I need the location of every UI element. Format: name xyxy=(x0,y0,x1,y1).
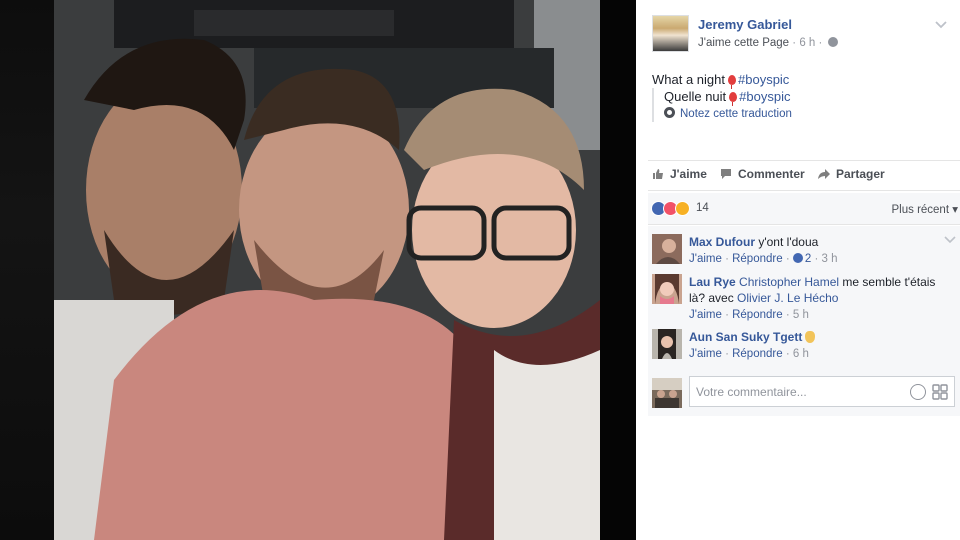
meta-separator-2: · xyxy=(818,37,823,49)
balloon-icon xyxy=(729,92,738,106)
comment-time[interactable]: 3 h xyxy=(822,253,838,265)
selfie-image xyxy=(54,0,600,540)
hashtag-link[interactable]: #boyspic xyxy=(738,72,789,87)
post-action-bar: J'aime Commenter Partager xyxy=(648,162,960,188)
reactions-summary: 14 Plus récent ▾ xyxy=(648,193,960,225)
translation-text: Quelle nuit xyxy=(664,89,727,104)
comment-actions: J'aime · Répondre · 2 · 3 h xyxy=(689,253,838,265)
post-photo[interactable] xyxy=(54,0,600,540)
gear-icon xyxy=(664,107,675,118)
photo-stage xyxy=(0,0,636,540)
post-text-content: What a night xyxy=(652,72,725,87)
sort-label: Plus récent xyxy=(891,204,950,216)
post-panel: Jeremy Gabriel J'aime cette Page · 6 h ·… xyxy=(636,0,960,540)
comments-list: Max Dufour y'ont l'doua J'aime · Répondr… xyxy=(648,226,960,416)
avatar-image xyxy=(652,378,682,408)
tagged-user[interactable]: Olivier J. Le Hécho xyxy=(737,291,838,305)
post-translation: Quelle nuit #boyspic xyxy=(664,88,944,106)
comment-composer xyxy=(652,376,956,410)
avatar-image xyxy=(652,234,682,264)
comment-button[interactable]: Commenter xyxy=(720,167,805,181)
comment-like-link[interactable]: J'aime xyxy=(689,309,722,321)
commenter-name[interactable]: Aun San Suky Tgett xyxy=(689,330,802,344)
comment-body: Aun San Suky Tgett J'aime · Répondre · 6… xyxy=(689,329,949,362)
comment-reply-link[interactable]: Répondre xyxy=(732,309,783,321)
comment-label: Commenter xyxy=(738,167,805,181)
thumbs-up-icon xyxy=(653,169,663,179)
like-mini-icon xyxy=(792,253,803,263)
comment-likes-count: 2 xyxy=(804,253,812,265)
sad-reaction-icon[interactable] xyxy=(675,201,690,216)
comment-text: y'ont l'doua xyxy=(758,235,819,249)
comment-actions: J'aime · Répondre · 5 h xyxy=(689,309,809,321)
author-name[interactable]: Jeremy Gabriel xyxy=(698,17,792,32)
commenter-avatar[interactable] xyxy=(652,274,682,304)
share-label: Partager xyxy=(836,167,885,181)
comment-reply-link[interactable]: Répondre xyxy=(732,348,783,360)
like-page-link[interactable]: J'aime cette Page xyxy=(698,37,789,49)
author-avatar[interactable] xyxy=(652,15,689,52)
post-meta: J'aime cette Page · 6 h · xyxy=(698,37,838,49)
stage-left-margin xyxy=(0,0,54,540)
divider xyxy=(648,160,960,161)
balloon-icon xyxy=(728,75,736,89)
commenter-name[interactable]: Max Dufour xyxy=(689,235,755,249)
share-button[interactable]: Partager xyxy=(818,167,885,181)
post-text: What a night #boyspic xyxy=(652,71,952,89)
stage-right-margin xyxy=(600,0,636,540)
reaction-count[interactable]: 14 xyxy=(696,202,709,214)
translation-hashtag-link[interactable]: #boyspic xyxy=(739,89,790,104)
comment-body: Lau Rye Christopher Hamel me semble t'ét… xyxy=(689,274,949,323)
meta-separator: · xyxy=(792,37,797,49)
rate-translation-label: Notez cette traduction xyxy=(680,108,792,120)
comment-time[interactable]: 5 h xyxy=(793,309,809,321)
emoji-icon[interactable] xyxy=(910,384,926,400)
comment-actions: J'aime · Répondre · 6 h xyxy=(689,348,809,360)
comment-sort-dropdown[interactable]: Plus récent ▾ xyxy=(892,202,959,216)
globe-icon xyxy=(827,37,838,47)
comment-like-link[interactable]: J'aime xyxy=(689,348,722,360)
chevron-down-icon[interactable] xyxy=(934,19,948,29)
avatar-image xyxy=(652,274,682,304)
share-icon xyxy=(818,169,830,179)
rate-translation-link[interactable]: Notez cette traduction xyxy=(664,107,792,120)
divider xyxy=(648,190,960,191)
comment-icon xyxy=(721,169,731,179)
comment-time[interactable]: 6 h xyxy=(793,348,809,360)
ok-hand-icon xyxy=(805,331,816,343)
comment-reply-link[interactable]: Répondre xyxy=(732,253,783,265)
chevron-down-icon[interactable] xyxy=(944,236,956,244)
like-label: J'aime xyxy=(670,167,707,181)
comment-like-link[interactable]: J'aime xyxy=(689,253,722,265)
translation-divider xyxy=(652,88,654,122)
like-button[interactable]: J'aime xyxy=(652,167,707,181)
comment-body: Max Dufour y'ont l'doua J'aime · Répondr… xyxy=(689,234,949,267)
tagged-user[interactable]: Christopher Hamel xyxy=(739,275,839,289)
post-time[interactable]: 6 h xyxy=(799,37,815,49)
commenter-name[interactable]: Lau Rye xyxy=(689,275,736,289)
sticker-icon[interactable] xyxy=(932,384,948,400)
avatar-image xyxy=(652,329,682,359)
composer-avatar xyxy=(652,378,682,408)
comment-likes[interactable]: 2 xyxy=(792,253,812,265)
commenter-avatar[interactable] xyxy=(652,234,682,264)
commenter-avatar[interactable] xyxy=(652,329,682,359)
post-header: Jeremy Gabriel J'aime cette Page · 6 h · xyxy=(652,15,952,55)
